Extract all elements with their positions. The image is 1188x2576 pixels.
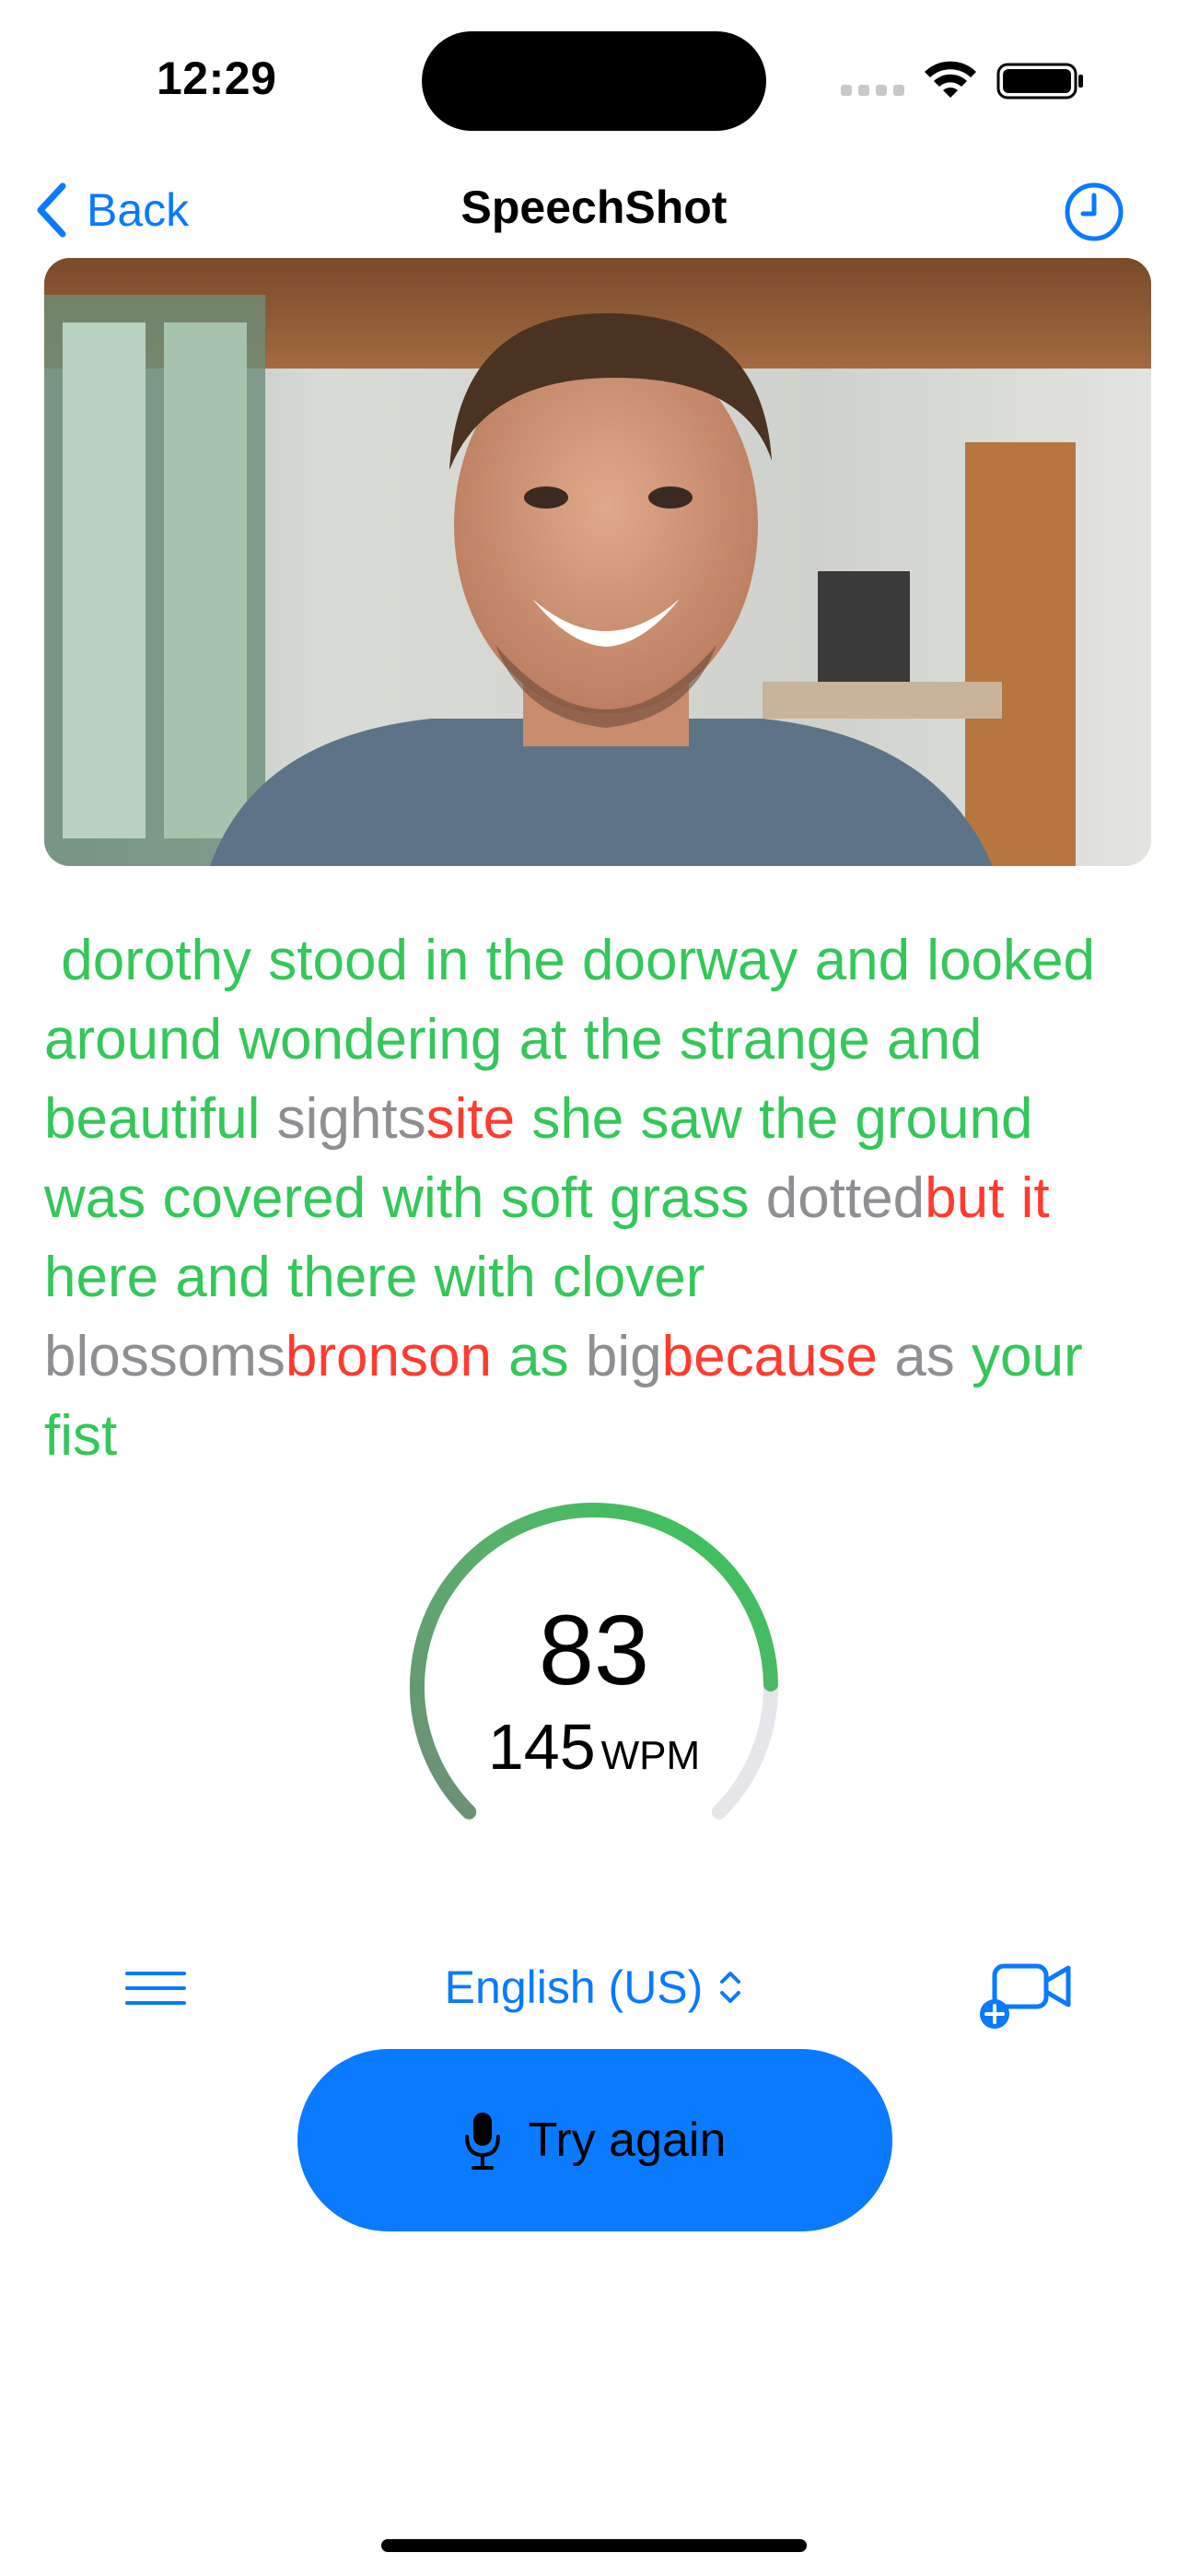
transcript-word-wrong: because (661, 1325, 879, 1388)
transcript-word-miss: dotted (765, 1166, 926, 1230)
try-again-label: Try again (528, 2113, 727, 2167)
dynamic-island (422, 31, 766, 131)
home-indicator (381, 2539, 807, 2552)
wpm-value: 145 (487, 1711, 596, 1783)
transcript-word-miss: sights (276, 1087, 426, 1151)
camera-photo (44, 258, 1151, 866)
transcript-text: dorothy stood in the doorway and looked … (44, 921, 1149, 1476)
clock-icon[interactable] (1063, 181, 1125, 243)
transcript-word-wrong: but it (925, 1166, 1050, 1230)
cellular-signal-icon (841, 83, 905, 96)
transcript-word-ok: as (491, 1325, 586, 1388)
transcript-word-miss: big (585, 1325, 662, 1388)
transcript-word-wrong: site (425, 1087, 516, 1151)
status-time: 12:29 (157, 53, 277, 104)
page-title: SpeechShot (460, 181, 728, 233)
language-label: English (US) (444, 1961, 704, 2013)
chevron-up-down-icon (720, 1972, 741, 2003)
wifi-icon (925, 61, 976, 98)
score-value: 83 (538, 1594, 650, 1705)
video-add-icon[interactable] (980, 1957, 1076, 2031)
try-again-button[interactable]: Try again (297, 2049, 892, 2231)
wpm-unit: WPM (600, 1733, 701, 1778)
transcript-word-miss: blossoms (44, 1325, 285, 1388)
microphone-icon (464, 2113, 500, 2170)
transcript-word-wrong: bronson (285, 1325, 492, 1388)
wpm-readout: 145 WPM (396, 1710, 792, 1784)
transcript-word-miss: as (878, 1325, 972, 1388)
battery-icon (996, 63, 1083, 100)
